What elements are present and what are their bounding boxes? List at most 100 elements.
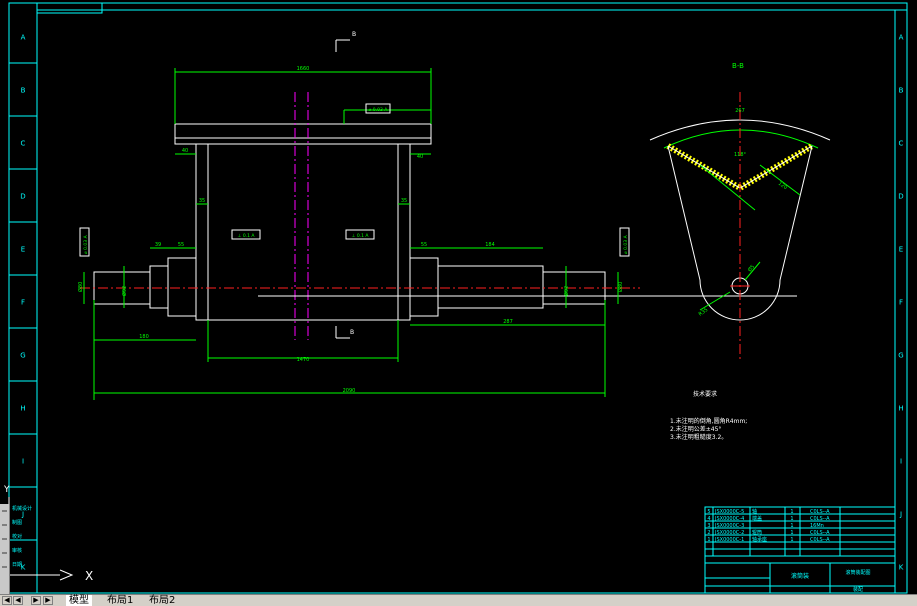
tolerance-mid-left: ⊥ 0.1 A (237, 233, 255, 239)
dim-shaft-right-b: 184 (485, 242, 495, 248)
bom-cell-mat: C0LS--A (810, 530, 830, 536)
left-panel-label: 审核 (12, 547, 22, 554)
drawing-frame-outer (8, 2, 908, 594)
border-label-right: A (899, 34, 904, 42)
panel-grip (2, 538, 7, 540)
border-label-right: G (898, 352, 903, 360)
border-label-right: I (900, 458, 902, 466)
dim-inner-right: 35 (401, 198, 407, 204)
panel-grip (2, 552, 7, 554)
section-dim-arc: 267 (735, 108, 745, 114)
ucs-y-label: Y (3, 485, 10, 495)
bom-cell-mat: C0LS--A (810, 509, 830, 515)
dim-shaft-right-a: 55 (421, 242, 427, 248)
bom-cell-mat: C0LS--A (810, 516, 830, 522)
left-panel-label: 制图 (12, 519, 22, 526)
title-company: 装配 (853, 586, 863, 593)
border-label-right: C (899, 140, 904, 148)
tab-model[interactable]: 模型 (66, 595, 92, 606)
border-label-left: I (22, 458, 24, 466)
layout-tab-bar: ◀ ◀ ▶ ▶ 模型 布局1 布局2 (0, 594, 917, 606)
section-marker-top (335, 39, 350, 52)
dim-len-right: 287 (503, 319, 513, 325)
bom-cell-no: 4 (707, 516, 710, 522)
border-label-right: K (899, 564, 904, 572)
dim-dia-right-end: Ø80 (617, 282, 624, 292)
section-dim-angle: 118° (734, 152, 747, 158)
dim-flange-right: 40 (417, 154, 423, 160)
first-tab-button[interactable]: ◀ (2, 596, 12, 605)
border-label-left: E (21, 246, 25, 254)
prev-tab-button[interactable]: ◀ (13, 596, 23, 605)
tolerance-mid-right: ⊥ 0.1 A (351, 233, 369, 239)
drum-body (195, 143, 411, 321)
panel-grip (2, 510, 7, 512)
border-label-left: H (20, 405, 25, 413)
notes-title: 技术要求 (693, 390, 717, 398)
bom-cell-qty: 1 (790, 530, 793, 536)
border-zone-labels: A AB BC CD DE EF FG GH HI IJ JK K (9, 34, 904, 594)
border-label-left: F (21, 299, 25, 307)
shaft-left-step (149, 265, 169, 309)
bom-cell-no: 2 (707, 530, 710, 536)
section-title: B-B (732, 62, 744, 70)
border-label-right: E (899, 246, 903, 254)
dim-dia-left-step: Ø92 (121, 286, 128, 296)
bom-cell-qty: 1 (790, 537, 793, 543)
drum-inner-left (195, 143, 209, 321)
dim-drum-length: 1470 (297, 357, 310, 363)
drum-inner-right (397, 143, 411, 321)
title-part-name: 滚筒装 (791, 572, 809, 580)
bom-cell-code: JSX0000C-2 (714, 530, 744, 536)
left-panel-label: 机械设计 (12, 505, 32, 512)
border-label-right: D (898, 193, 903, 201)
section-marker-top-label: B (352, 31, 356, 38)
shaft-assembly (93, 123, 606, 321)
border-label-left: B (21, 87, 26, 95)
bom-cell-no: 3 (707, 523, 710, 529)
cad-drawing-canvas[interactable]: A AB BC CD DE EF FG GH HI IJ JK K 166040… (0, 0, 917, 605)
label-box-top-left (36, 2, 103, 14)
panel-grip (2, 566, 7, 568)
dim-len-left: 180 (139, 334, 149, 340)
bom-cell-code: JSX0000C-4 (714, 516, 744, 522)
bom-cell-code: JSX0000C-5 (714, 509, 744, 515)
bom-cell-qty: 1 (790, 523, 793, 529)
next-tab-button[interactable]: ▶ (31, 596, 41, 605)
bom-cell-qty: 1 (790, 509, 793, 515)
tolerance-right-end: ⌀ 0.03 A (623, 234, 629, 254)
left-panel-label: 日期 (12, 562, 22, 568)
shaft-right-collar (409, 257, 439, 317)
border-label-left: D (20, 193, 25, 201)
border-label-left: A (21, 34, 26, 42)
panel-grip (2, 524, 7, 526)
tab-layout2[interactable]: 布局2 (146, 595, 178, 606)
tab-layout1[interactable]: 布局1 (104, 595, 136, 606)
bom-cell-code: JSX0000C-1 (714, 537, 744, 543)
note-line: 3.未注明粗糙度3.2。 (670, 433, 727, 441)
note-line: 1.未注明的倒角,圆角R4mm; (670, 417, 747, 425)
section-dim-side: 120 (777, 181, 788, 191)
left-panel-label: 校对 (12, 533, 22, 540)
border-label-right: J (899, 511, 902, 519)
shaft-right-body (437, 265, 544, 309)
bom-cell-code: JSX0000C-3 (714, 523, 744, 529)
dim-dia-right-step: Ø92 (563, 286, 570, 296)
bom-cell-name: 轴 (752, 508, 757, 515)
dim-top-width: 1660 (297, 66, 310, 72)
bom-cell-qty: 1 (790, 516, 793, 522)
last-tab-button[interactable]: ▶ (43, 596, 53, 605)
border-label-left: G (20, 352, 25, 360)
left-tool-panel[interactable] (0, 504, 10, 594)
drum-top-plate (174, 123, 432, 145)
dim-shaft-left-b: 55 (178, 242, 184, 248)
tolerance-left-end: ⌀ 0.03 A (83, 234, 89, 254)
dim-flange-left: 40 (182, 148, 188, 154)
section-marker-bottom (335, 326, 350, 339)
section-dim-hole: Ø5 (746, 263, 756, 273)
border-label-right: H (898, 405, 903, 413)
ucs-x-label: X (85, 569, 93, 583)
tolerance-top: ⌀ 0.03 A (369, 107, 389, 113)
bom-cell-name: 端盖 (752, 515, 762, 522)
bom-cell-mat: C0LS--A (810, 537, 830, 543)
